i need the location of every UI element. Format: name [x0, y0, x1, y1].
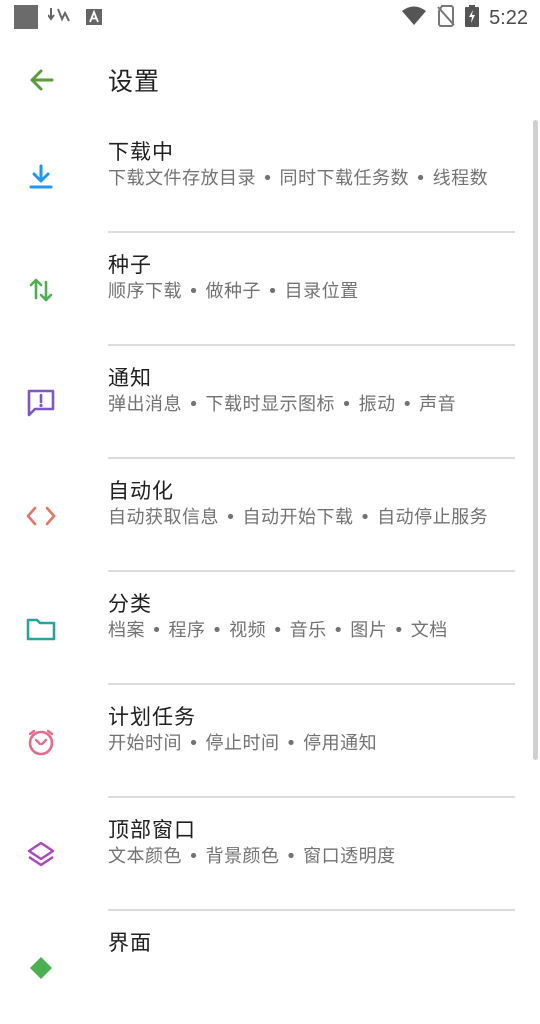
- schedule-timer-icon: [24, 725, 58, 759]
- settings-item-subtitle: 弹出消息 • 下载时显示图标 • 振动 • 声音: [108, 394, 457, 415]
- download-icon: [24, 160, 58, 194]
- settings-item-title: 下载中: [108, 140, 174, 164]
- page-title: 设置: [108, 67, 161, 96]
- settings-item-subtitle: 下载文件存放目录 • 同时下载任务数 • 线程数: [108, 168, 489, 189]
- app-notification-icon: [14, 5, 38, 29]
- settings-item-title: 分类: [108, 592, 152, 616]
- swap-arrows-icon: [24, 273, 58, 307]
- scrollbar[interactable]: [533, 120, 538, 760]
- settings-list: 下载中 下载文件存放目录 • 同时下载任务数 • 线程数 种子 顺序下载 • 做…: [0, 120, 540, 1024]
- settings-item-notification[interactable]: 通知 弹出消息 • 下载时显示图标 • 振动 • 声音: [0, 346, 540, 459]
- arrow-back-icon: [30, 69, 54, 91]
- code-brackets-icon: [24, 499, 58, 533]
- no-sim-icon: [437, 5, 455, 31]
- settings-item-title: 种子: [108, 253, 152, 277]
- settings-item-automation[interactable]: 自动化 自动获取信息 • 自动开始下载 • 自动停止服务: [0, 459, 540, 572]
- download-speed-icon: [48, 5, 72, 29]
- interface-icon: [24, 951, 58, 985]
- notification-message-icon: [24, 386, 58, 420]
- settings-item-subtitle: 文本颜色 • 背景颜色 • 窗口透明度: [108, 846, 396, 867]
- folder-icon: [24, 612, 58, 646]
- battery-charging-icon: [465, 5, 480, 31]
- status-bar-right: 5:22: [401, 5, 528, 31]
- settings-item-torrent[interactable]: 种子 顺序下载 • 做种子 • 目录位置: [0, 233, 540, 346]
- settings-item-category[interactable]: 分类 档案 • 程序 • 视频 • 音乐 • 图片 • 文档: [0, 572, 540, 685]
- settings-item-schedule[interactable]: 计划任务 开始时间 • 停止时间 • 停用通知: [0, 685, 540, 798]
- settings-item-title: 自动化: [108, 479, 174, 503]
- wifi-icon: [401, 6, 427, 30]
- settings-item-title: 通知: [108, 366, 152, 390]
- settings-item-downloading[interactable]: 下载中 下载文件存放目录 • 同时下载任务数 • 线程数: [0, 120, 540, 233]
- layers-icon: [24, 838, 58, 872]
- status-bar: 5:22: [0, 0, 540, 36]
- keyboard-a-icon: [82, 5, 106, 29]
- settings-item-top-window[interactable]: 顶部窗口 文本颜色 • 背景颜色 • 窗口透明度: [0, 798, 540, 911]
- settings-item-subtitle: 顺序下载 • 做种子 • 目录位置: [108, 281, 359, 302]
- settings-item-interface[interactable]: 界面: [0, 911, 540, 1024]
- back-button[interactable]: [20, 58, 64, 102]
- settings-item-subtitle: 自动获取信息 • 自动开始下载 • 自动停止服务: [108, 507, 489, 528]
- settings-item-subtitle: 开始时间 • 停止时间 • 停用通知: [108, 733, 378, 754]
- settings-item-title: 计划任务: [108, 705, 196, 729]
- status-bar-left: [14, 5, 106, 29]
- status-time: 5:22: [489, 6, 528, 29]
- settings-item-title: 顶部窗口: [108, 818, 196, 842]
- settings-item-subtitle: 档案 • 程序 • 视频 • 音乐 • 图片 • 文档: [108, 620, 448, 641]
- app-bar: 设置: [0, 36, 540, 120]
- settings-item-title: 界面: [108, 931, 152, 955]
